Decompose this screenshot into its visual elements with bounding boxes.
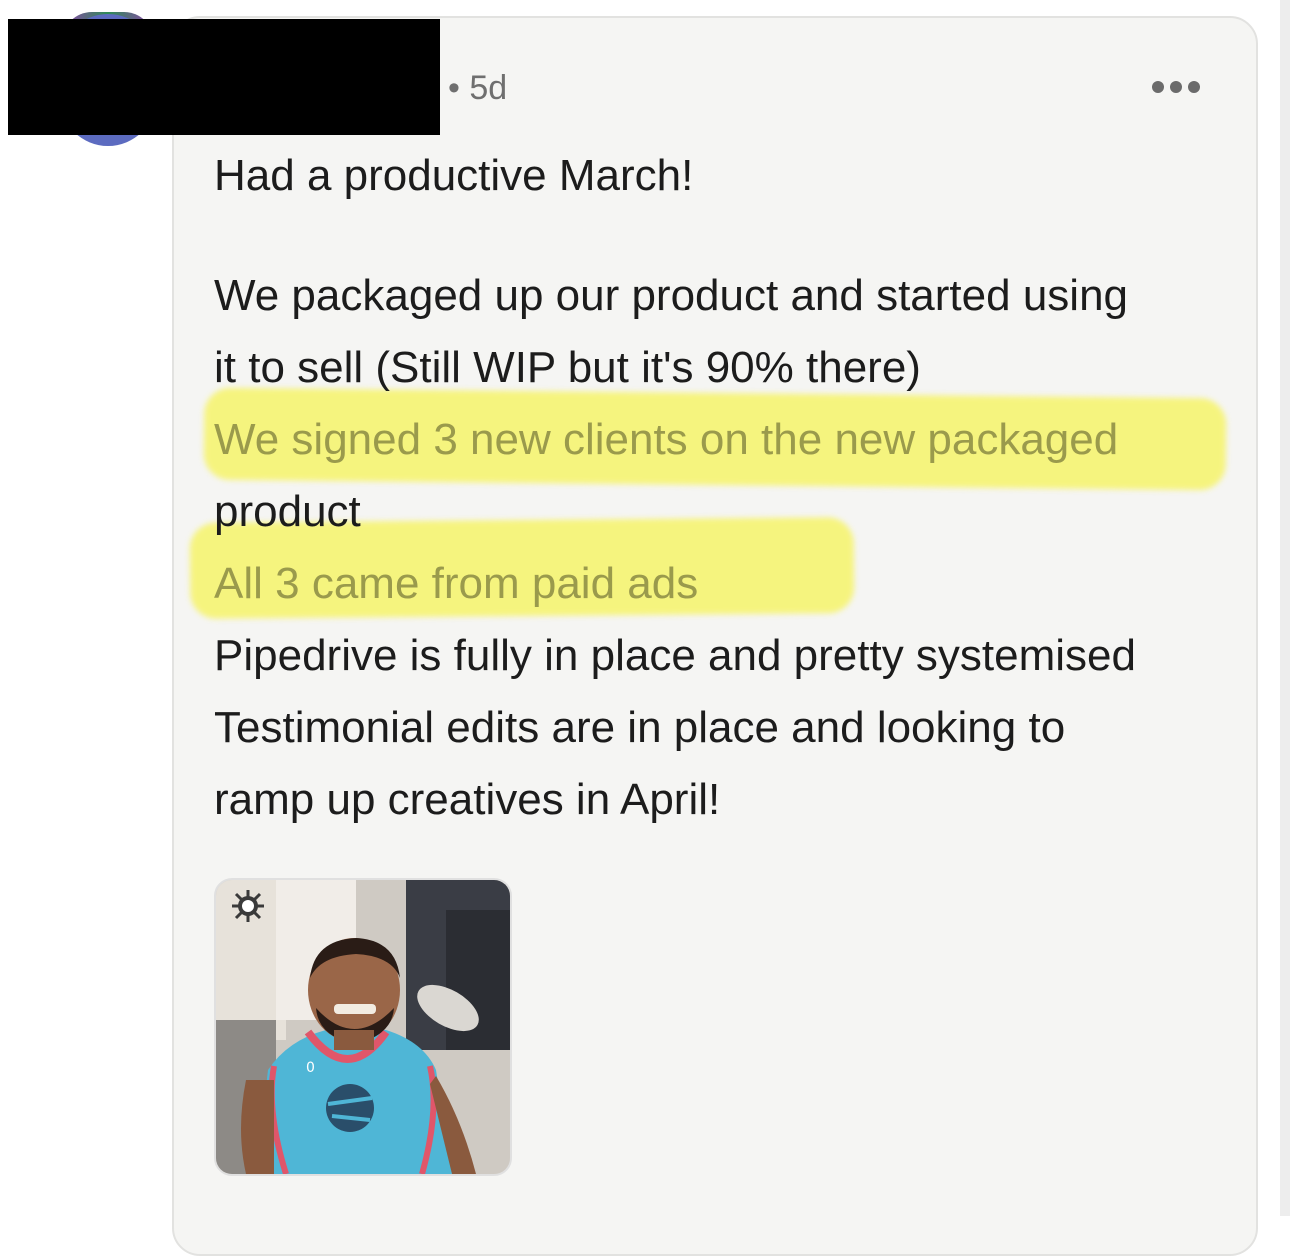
more-options-icon[interactable] (1152, 80, 1200, 94)
post-line: We packaged up our product and started u… (214, 271, 1129, 320)
post-line: Testimonial edits are in place and looki… (214, 703, 1066, 752)
post-line: it to sell (Still WIP but it's 90% there… (214, 343, 921, 392)
post-line: ramp up creatives in April! (214, 775, 721, 824)
basketball-player-image: 0 (216, 880, 510, 1174)
post-body: Had a productive March! We packaged up o… (214, 140, 1244, 836)
scrollbar[interactable] (1280, 0, 1290, 1216)
jersey-number: 0 (306, 1060, 315, 1076)
post-line-highlighted: We signed 3 new clients on the new packa… (214, 415, 1119, 464)
gif-attachment[interactable]: 0 (214, 878, 512, 1176)
post-line-highlighted: All 3 came from paid ads (214, 559, 699, 608)
post-line: product (214, 487, 361, 536)
post-line: Had a productive March! (214, 151, 694, 200)
sun-logo-icon (232, 890, 264, 922)
post-line: Pipedrive is fully in place and pretty s… (214, 631, 1136, 680)
redacted-author-name (8, 19, 440, 135)
post-timestamp: • 5d (448, 69, 508, 107)
